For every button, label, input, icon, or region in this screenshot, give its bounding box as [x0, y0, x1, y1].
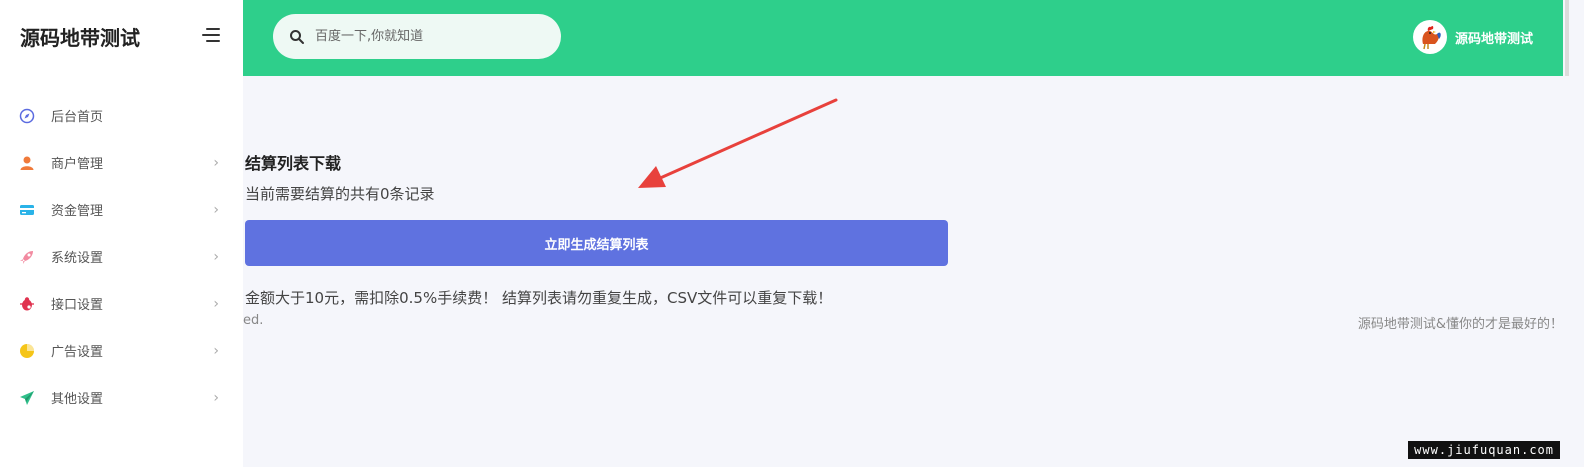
chevron-right-icon: › [213, 295, 219, 312]
user-icon [18, 154, 36, 172]
footer-slogan: 源码地带测试&懂你的才是最好的！ [1357, 317, 1563, 332]
credit-card-icon [18, 201, 36, 219]
sidebar-item-label: 后台首页 [51, 110, 104, 125]
rocket-icon [18, 248, 36, 266]
search-icon [289, 29, 305, 45]
menu-toggle-button[interactable] [200, 28, 220, 44]
footer-copyright: ed. [243, 313, 264, 328]
sidebar-item-label: 系统设置 [51, 251, 104, 266]
sidebar-item-funds[interactable]: 资金管理 › [0, 186, 243, 233]
user-name: 源码地带测试 [1454, 31, 1533, 47]
chevron-right-icon: › [213, 248, 219, 265]
notice-text: 金额大于10元，需扣除0.5%手续费！ 结算列表请勿重复生成，CSV文件可以重复… [245, 289, 833, 307]
sidebar-item-label: 商户管理 [51, 157, 104, 172]
chevron-right-icon: › [213, 154, 219, 171]
watermark: www.jiufuquan.com [1408, 441, 1560, 459]
sidebar-item-dashboard[interactable]: 后台首页 [0, 92, 243, 139]
scrollbar-thumb[interactable] [1565, 0, 1569, 76]
record-count-text: 当前需要结算的共有0条记录 [245, 185, 435, 203]
sidebar-item-label: 资金管理 [51, 204, 104, 219]
sidebar-item-system-settings[interactable]: 系统设置 › [0, 233, 243, 280]
annotation-arrow-icon [638, 98, 838, 188]
chevron-right-icon: › [213, 201, 219, 218]
sidebar-item-ad-settings[interactable]: 广告设置 › [0, 327, 243, 374]
page-scrollbar[interactable] [1563, 0, 1584, 467]
user-menu[interactable]: 源码地带测试 [1412, 20, 1533, 54]
chevron-right-icon: › [213, 342, 219, 359]
search-box [273, 14, 561, 59]
top-header: 源码地带测试 [243, 0, 1563, 76]
avatar [1412, 20, 1447, 54]
main-content: 结算列表下载 当前需要结算的共有0条记录 立即生成结算列表 金额大于10元，需扣… [243, 76, 1563, 467]
brand-title: 源码地带测试 [20, 26, 140, 50]
sidebar-item-label: 接口设置 [51, 298, 104, 313]
sidebar-item-api-settings[interactable]: 接口设置 › [0, 280, 243, 327]
sidebar-item-label: 其他设置 [51, 392, 104, 407]
sidebar-item-other-settings[interactable]: 其他设置 › [0, 374, 243, 421]
generate-settlement-list-button[interactable]: 立即生成结算列表 [245, 220, 948, 266]
sidebar-item-merchants[interactable]: 商户管理 › [0, 139, 243, 186]
bug-icon [18, 295, 36, 313]
page-title: 结算列表下载 [245, 154, 342, 173]
pie-chart-icon [18, 342, 36, 360]
sidebar-item-label: 广告设置 [51, 345, 104, 360]
search-input[interactable] [315, 29, 535, 44]
sidebar: 源码地带测试 后台首页 商户管理 › 资金管理 › 系统设置 › 接口设置 › … [0, 0, 243, 467]
chevron-right-icon: › [213, 389, 219, 406]
sidebar-nav: 后台首页 商户管理 › 资金管理 › 系统设置 › 接口设置 › 广告设置 › … [0, 92, 243, 421]
compass-icon [18, 107, 36, 125]
paper-plane-icon [18, 389, 36, 407]
